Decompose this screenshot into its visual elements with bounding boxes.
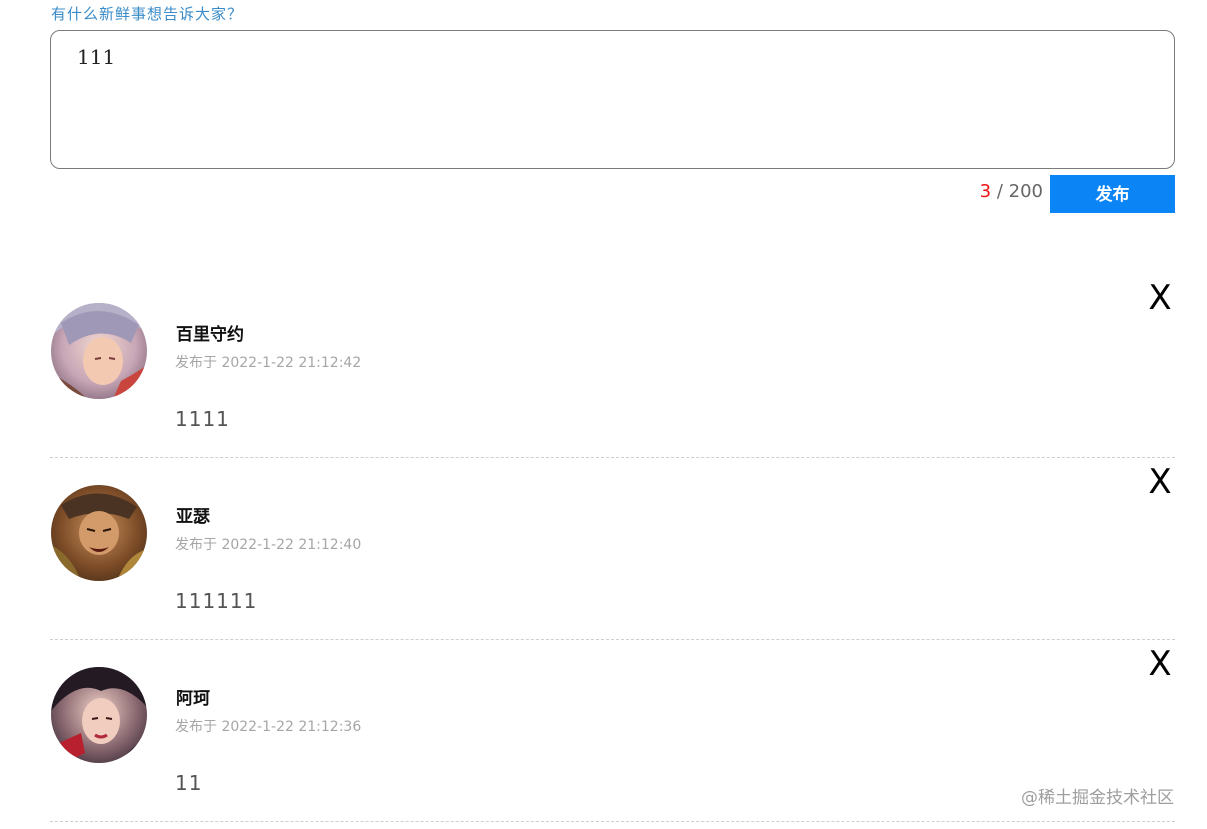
avatar-image — [51, 667, 147, 763]
composer-prompt: 有什么新鲜事想告诉大家？ — [51, 5, 244, 23]
delete-button[interactable]: X — [1145, 464, 1175, 500]
post-username: 百里守约 — [176, 325, 244, 345]
avatar — [51, 303, 147, 399]
avatar-image — [51, 485, 147, 581]
character-counter: 3 / 200 — [980, 181, 1043, 202]
avatar-image — [51, 303, 147, 399]
character-max: / 200 — [991, 181, 1043, 202]
character-count: 3 — [979, 181, 992, 202]
publish-button[interactable]: 发布 — [1050, 175, 1175, 213]
post-time: 发布于 2022-1-22 21:12:40 — [175, 537, 362, 553]
post-content: 111111 — [175, 589, 258, 613]
post-content: 11 — [175, 771, 203, 795]
avatar — [51, 485, 147, 581]
watermark: @稀土掘金技术社区 — [1021, 788, 1174, 808]
delete-button[interactable]: X — [1145, 646, 1175, 682]
post-item: 百里守约 发布于 2022-1-22 21:12:42 1111 X — [50, 276, 1175, 458]
post-textarea-value: 111 — [77, 45, 116, 69]
post-item: 阿珂 发布于 2022-1-22 21:12:36 11 X — [50, 640, 1175, 822]
post-username: 亚瑟 — [176, 507, 210, 527]
post-textarea[interactable]: 111 — [50, 30, 1175, 169]
post-time: 发布于 2022-1-22 21:12:36 — [175, 719, 362, 735]
delete-button[interactable]: X — [1145, 280, 1175, 316]
post-item: 亚瑟 发布于 2022-1-22 21:12:40 111111 X — [50, 458, 1175, 640]
post-username: 阿珂 — [176, 689, 210, 709]
post-time: 发布于 2022-1-22 21:12:42 — [175, 355, 362, 371]
post-content: 1111 — [175, 407, 230, 431]
avatar — [51, 667, 147, 763]
